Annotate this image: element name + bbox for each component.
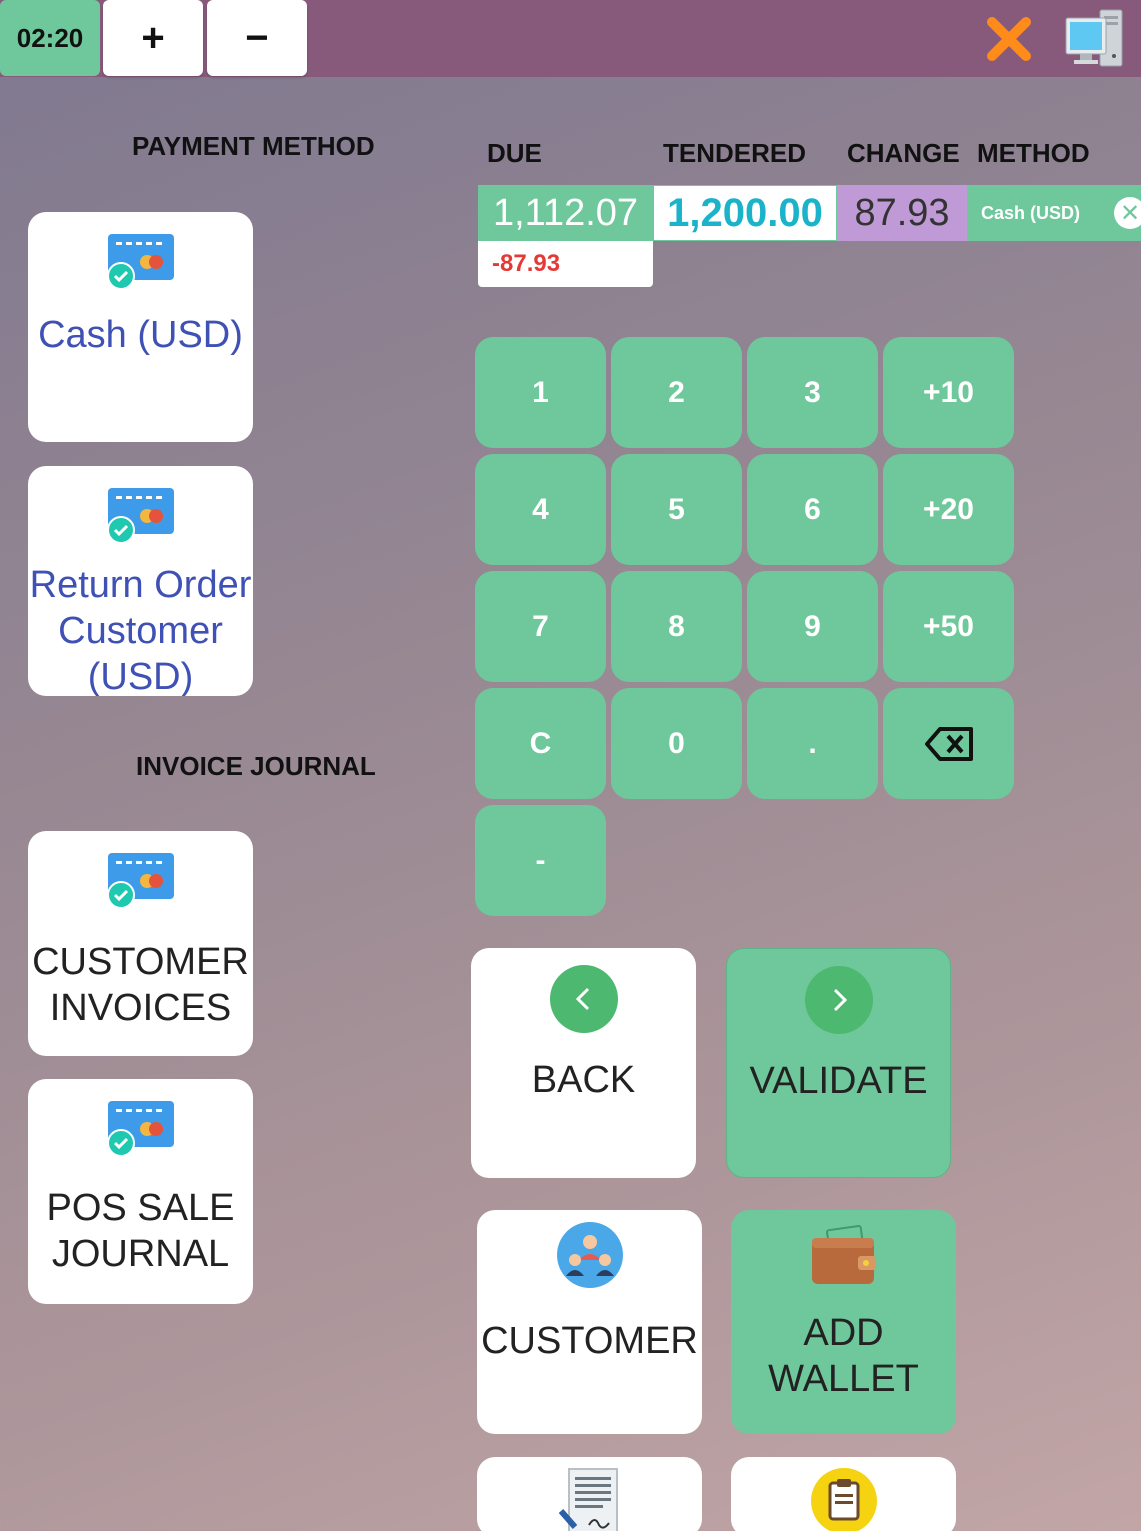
payment-method-return-order-customer[interactable]: Return Order Customer (USD) <box>28 466 253 696</box>
numpad-key-7[interactable]: 7 <box>475 571 606 682</box>
numpad-key-6[interactable]: 6 <box>747 454 878 565</box>
customer-group-icon <box>556 1222 623 1288</box>
remove-line-icon[interactable]: ✕ <box>1114 197 1141 229</box>
payment-method-label: Return Order Customer (USD) <box>29 564 252 696</box>
notes-button[interactable] <box>731 1457 956 1531</box>
journal-pos-sale[interactable]: POS SALE JOURNAL <box>28 1079 253 1304</box>
numpad-key-3[interactable]: 3 <box>747 337 878 448</box>
journal-label: POS SALE JOURNAL <box>46 1187 235 1275</box>
validate-button[interactable]: VALIDATE <box>726 948 951 1178</box>
clipboard-icon <box>810 1468 877 1531</box>
numpad-key-1[interactable]: 1 <box>475 337 606 448</box>
numpad-key-0[interactable]: 0 <box>611 688 742 799</box>
payment-method-cash-usd[interactable]: Cash (USD) <box>28 212 253 442</box>
journal-customer-invoices[interactable]: CUSTOMER INVOICES <box>28 831 253 1056</box>
numpad-key-minus[interactable]: - <box>475 805 606 916</box>
numpad-key-2[interactable]: 2 <box>611 337 742 448</box>
tendered-header: TENDERED <box>663 138 807 168</box>
credit-card-icon <box>106 853 174 909</box>
tendered-amount[interactable]: 1,200.00 <box>653 185 837 241</box>
zoom-in-button[interactable]: + <box>103 0 203 76</box>
numpad-key-plus20[interactable]: +20 <box>883 454 1014 565</box>
chevron-right-icon <box>804 966 873 1034</box>
payment-method-label: Cash (USD) <box>38 314 243 356</box>
numpad-key-plus50[interactable]: +50 <box>883 571 1014 682</box>
validate-label: VALIDATE <box>749 1060 928 1102</box>
due-amount: 1,112.07 <box>478 185 653 241</box>
signature-document-icon <box>558 1468 618 1531</box>
numpad-key-plus10[interactable]: +10 <box>883 337 1014 448</box>
numpad-key-8[interactable]: 8 <box>611 571 742 682</box>
method-header: METHOD <box>977 138 1090 168</box>
session-timer: 02:20 <box>0 0 100 76</box>
credit-card-icon <box>106 488 174 544</box>
add-wallet-button[interactable]: ADD WALLET <box>731 1210 956 1434</box>
close-icon[interactable] <box>984 14 1034 64</box>
credit-card-icon <box>106 1101 174 1157</box>
customer-button[interactable]: CUSTOMER <box>477 1210 702 1434</box>
invoice-journal-title: INVOICE JOURNAL <box>136 751 376 781</box>
add-wallet-label: ADD WALLET <box>768 1312 919 1400</box>
back-button[interactable]: BACK <box>471 948 696 1178</box>
chevron-left-icon <box>549 965 618 1033</box>
wallet-icon <box>811 1224 876 1284</box>
zoom-out-button[interactable]: − <box>207 0 307 76</box>
back-label: BACK <box>531 1059 636 1101</box>
numpad-key-9[interactable]: 9 <box>747 571 878 682</box>
numpad-key-decimal[interactable]: . <box>747 688 878 799</box>
change-amount: 87.93 <box>837 185 967 241</box>
credit-card-icon <box>106 234 174 290</box>
numpad-key-5[interactable]: 5 <box>611 454 742 565</box>
numpad-key-4[interactable]: 4 <box>475 454 606 565</box>
due-header: DUE <box>487 138 542 168</box>
payment-method-title: PAYMENT METHOD <box>132 131 375 161</box>
remaining-amount: -87.93 <box>478 241 653 287</box>
numpad-key-backspace[interactable] <box>883 688 1014 799</box>
customer-label: CUSTOMER <box>481 1320 698 1362</box>
change-header: CHANGE <box>847 138 960 168</box>
signature-button[interactable] <box>477 1457 702 1531</box>
computer-icon[interactable] <box>1064 6 1128 70</box>
backspace-icon <box>924 726 973 761</box>
journal-label: CUSTOMER INVOICES <box>32 941 249 1029</box>
numpad-key-clear[interactable]: C <box>475 688 606 799</box>
